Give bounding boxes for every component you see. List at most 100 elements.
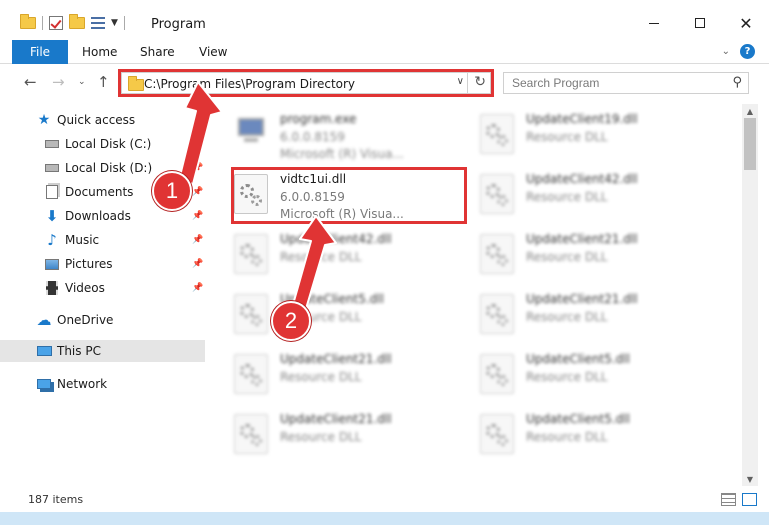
address-bar[interactable]: C:\Program Files\Program Directory ∨ ↻ (118, 69, 494, 97)
dll-file-icon (234, 354, 268, 394)
pictures-icon (44, 256, 60, 272)
vertical-scrollbar[interactable]: ▲ ▼ (742, 104, 758, 486)
file-item[interactable]: UpdateClient5.dll Resource DLL (474, 344, 712, 404)
file-name: UpdateClient19.dll (526, 112, 638, 126)
pin-icon[interactable]: 📌 (192, 283, 203, 293)
folder-icon[interactable] (20, 14, 36, 29)
tab-view[interactable]: View (199, 45, 227, 59)
address-field[interactable]: C:\Program Files\Program Directory ∨ ↻ (121, 72, 491, 94)
file-item[interactable]: UpdateClient19.dll Resource DLL (474, 104, 712, 164)
sidebar-item-label: Videos (65, 281, 105, 295)
sidebar-item-label: OneDrive (57, 313, 114, 327)
file-item-program-exe[interactable]: program.exe 6.0.0.8159 Microsoft (R) Vis… (228, 104, 466, 164)
file-item[interactable]: UpdateClient21.dll Resource DLL (228, 404, 466, 464)
maximize-button[interactable] (677, 8, 723, 38)
sidebar-item-onedrive[interactable]: ☁ OneDrive (0, 309, 205, 331)
step-badge-2: 2 (271, 301, 311, 341)
tab-file[interactable]: File (12, 40, 68, 64)
close-button[interactable]: ✕ (723, 8, 769, 38)
qat-divider (42, 16, 43, 30)
sidebar-item-label: Local Disk (C:) (65, 137, 152, 151)
sidebar-item-quick-access[interactable]: ★ Quick access (0, 109, 205, 131)
search-box[interactable]: ⚲ (503, 72, 749, 94)
pin-icon[interactable]: 📌 (192, 163, 203, 173)
file-type: Resource DLL (526, 190, 608, 204)
sidebar-item-network[interactable]: Network (0, 373, 205, 395)
details-view-icon[interactable] (721, 493, 736, 506)
help-icon[interactable]: ? (740, 44, 755, 59)
file-name: UpdateClient5.dll (526, 352, 630, 366)
ribbon-right-controls: ⌄ ? (722, 44, 755, 59)
file-item[interactable]: UpdateClient21.dll Resource DLL (474, 284, 712, 344)
file-type: Resource DLL (526, 250, 608, 264)
sidebar-item-this-pc[interactable]: This PC (0, 340, 205, 362)
view-switcher (721, 493, 757, 506)
scroll-up-icon[interactable]: ▲ (742, 104, 758, 118)
qat-divider (123, 16, 125, 30)
star-icon: ★ (37, 112, 51, 128)
customize-icon[interactable] (91, 16, 105, 30)
music-icon: ♪ (47, 231, 57, 249)
file-item[interactable]: UpdateClient21.dll Resource DLL (228, 344, 466, 404)
back-arrow-icon[interactable]: ← (24, 73, 37, 91)
dll-file-icon (480, 354, 514, 394)
scroll-down-icon[interactable]: ▼ (742, 472, 758, 486)
dll-file-icon (234, 414, 268, 454)
file-item-vidtc1ui-dll[interactable]: vidtc1ui.dll 6.0.0.8159 Microsoft (R) Vi… (228, 164, 466, 224)
search-icon[interactable]: ⚲ (732, 75, 742, 90)
window-bottom-edge (0, 512, 769, 525)
up-arrow-icon[interactable]: ↑ (97, 73, 110, 91)
expand-ribbon-icon[interactable]: ⌄ (722, 46, 730, 57)
pin-icon[interactable]: 📌 (192, 259, 203, 269)
file-item[interactable]: UpdateClient21.dll Resource DLL (474, 224, 712, 284)
file-item[interactable]: UpdateClient5.dll Resource DLL (474, 404, 712, 464)
sidebar-item-music[interactable]: ♪ Music 📌 (0, 229, 205, 251)
drive-icon (44, 160, 60, 176)
pin-icon[interactable]: 📌 (192, 187, 203, 197)
sidebar-item-pictures[interactable]: Pictures 📌 (0, 253, 205, 275)
dll-file-icon (480, 414, 514, 454)
minimize-button[interactable] (631, 8, 677, 38)
scroll-thumb[interactable] (744, 118, 756, 170)
sidebar-item-local-disk-c[interactable]: Local Disk (C:) 📌 (0, 133, 205, 155)
properties-check-icon[interactable] (49, 16, 63, 30)
file-item[interactable]: UpdateClient42.dll Resource DLL (228, 224, 466, 284)
large-icons-view-icon[interactable] (742, 493, 757, 506)
download-icon: ⬇ (45, 207, 59, 225)
recent-locations-icon[interactable]: ⌄ (78, 77, 86, 87)
sidebar-item-videos[interactable]: Videos 📌 (0, 277, 205, 299)
sidebar-item-label: Documents (65, 185, 134, 199)
sidebar-item-label: Network (57, 377, 108, 391)
file-type: Resource DLL (526, 310, 608, 324)
qat-dropdown-icon[interactable]: ▼ (111, 18, 118, 28)
file-type: Resource DLL (280, 430, 362, 444)
maximize-icon (695, 18, 705, 28)
file-type: Resource DLL (280, 370, 362, 384)
address-path[interactable]: C:\Program Files\Program Directory (144, 77, 355, 91)
documents-icon (44, 184, 60, 200)
file-item[interactable]: UpdateClient42.dll Resource DLL (474, 164, 712, 224)
address-dropdown-icon[interactable]: ∨ (457, 76, 464, 87)
address-folder-icon (128, 76, 144, 91)
pin-icon[interactable]: 📌 (192, 139, 203, 149)
new-folder-icon[interactable] (69, 14, 85, 29)
sidebar-item-label: This PC (57, 344, 101, 358)
videos-icon (44, 280, 60, 296)
title-bar: ▼ Program ✕ (0, 0, 769, 40)
pin-icon[interactable]: 📌 (192, 211, 203, 221)
network-icon (36, 376, 52, 392)
file-item[interactable]: UpdateClient5.dll Resource DLL (228, 284, 466, 344)
file-name: vidtc1ui.dll (280, 172, 347, 186)
file-list: program.exe 6.0.0.8159 Microsoft (R) Vis… (228, 104, 740, 484)
search-input[interactable] (504, 73, 724, 93)
item-count: 187 items (28, 493, 84, 506)
close-icon: ✕ (739, 13, 753, 33)
pin-icon[interactable]: 📌 (192, 235, 203, 245)
file-name: UpdateClient21.dll (526, 292, 638, 306)
refresh-icon[interactable]: ↻ (474, 74, 486, 90)
tab-share[interactable]: Share (140, 45, 175, 59)
dll-file-icon (480, 234, 514, 274)
sidebar-item-label: Pictures (65, 257, 113, 271)
tab-home[interactable]: Home (82, 45, 117, 59)
forward-arrow-icon[interactable]: → (52, 73, 65, 91)
